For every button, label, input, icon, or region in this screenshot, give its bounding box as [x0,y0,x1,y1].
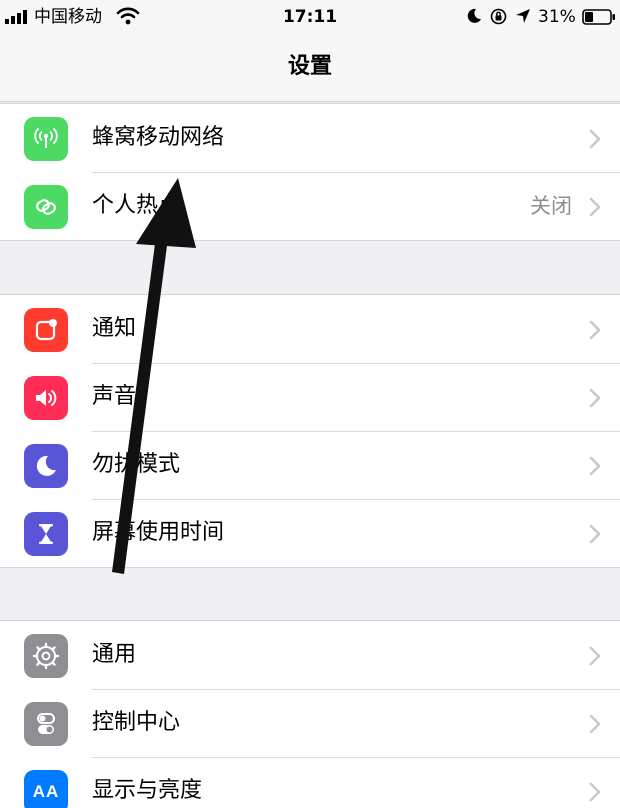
status-bar: 中国移动 17:11 31% [0,0,620,34]
hotspot-status-value: 关闭 [530,194,572,218]
row-label: 勿扰模式 [92,452,181,477]
chevron-right-icon [589,197,601,217]
row-label: 个人热点 [92,193,181,218]
text-size-icon-glyph: AA [32,782,60,801]
hotspot-link-icon [24,185,68,229]
settings-row-cellular[interactable]: 蜂窝移动网络 [0,104,620,172]
gear-icon [24,634,68,678]
chevron-right-icon [589,456,601,476]
chevron-right-icon [589,320,601,340]
row-label: 通知 [92,316,137,341]
battery-icon [582,9,615,25]
chevron-right-icon [589,782,601,802]
settings-row-sounds[interactable]: 声音 [0,363,620,431]
settings-row-general[interactable]: 通用 [0,621,620,689]
row-label: 控制中心 [92,710,181,735]
settings-row-display-brightness[interactable]: AA 显示与亮度 [0,757,620,808]
text-size-icon: AA [24,770,68,808]
moon-icon [24,444,68,488]
settings-row-screen-time[interactable]: 屏幕使用时间 [0,499,620,567]
chevron-right-icon [589,388,601,408]
chevron-right-icon [589,129,601,149]
battery-percentage: 31% [538,7,576,27]
hourglass-icon [24,512,68,556]
row-label: 通用 [92,642,137,667]
settings-row-notifications[interactable]: 通知 [0,295,620,363]
settings-row-hotspot[interactable]: 个人热点 关闭 [0,172,620,240]
rotation-lock-icon [490,8,507,25]
chevron-right-icon [589,524,601,544]
settings-group-network: 蜂窝移动网络 个人热点 关闭 [0,103,620,241]
do-not-disturb-moon-icon [467,8,481,23]
page-title: 设置 [287,54,332,79]
speaker-icon [24,376,68,420]
row-label: 蜂窝移动网络 [92,125,225,150]
row-label: 显示与亮度 [92,778,203,803]
notifications-icon [24,308,68,352]
row-label: 声音 [92,384,137,409]
navigation-bar: 设置 [0,34,620,102]
chevron-right-icon [589,714,601,734]
chevron-right-icon [589,646,601,666]
location-arrow-icon [516,9,530,23]
settings-row-do-not-disturb[interactable]: 勿扰模式 [0,431,620,499]
settings-group-alerts: 通知 声音 勿扰模式 屏幕使用时间 [0,294,620,568]
settings-group-general: 通用 控制中心 AA 显示与亮度 [0,620,620,808]
row-label: 屏幕使用时间 [92,520,225,545]
settings-row-control-center[interactable]: 控制中心 [0,689,620,757]
cellular-antenna-icon [24,117,68,161]
toggles-icon [24,702,68,746]
